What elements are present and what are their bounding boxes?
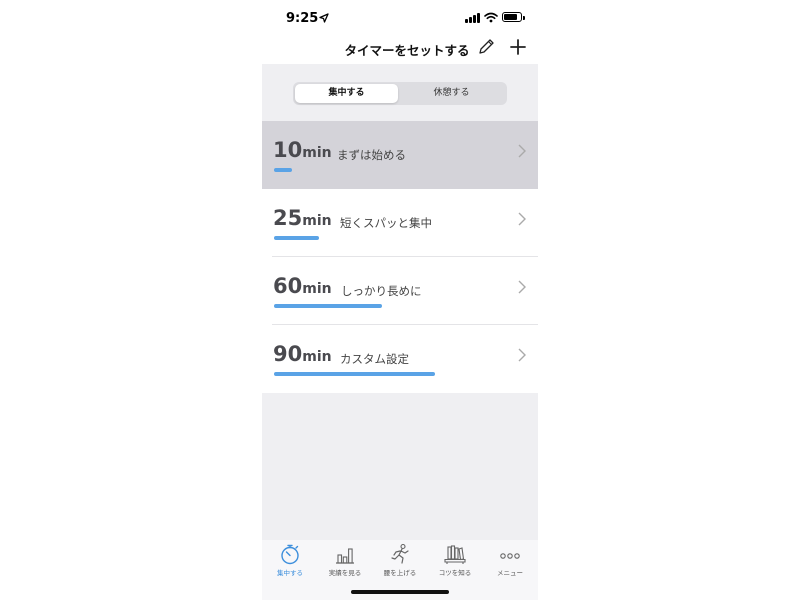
tab-label: コツを知る — [438, 569, 472, 577]
status-bar: 9:25 — [262, 0, 538, 36]
location-arrow-icon — [319, 13, 329, 23]
tab-menu[interactable]: メニュー — [482, 540, 538, 586]
tab-label: 腰を上げる — [383, 569, 417, 577]
timer-progress-bar — [274, 372, 435, 376]
mode-segmented-control: 集中する 休憩する — [293, 82, 507, 105]
segment-focus[interactable]: 集中する — [295, 84, 398, 103]
timer-row-25[interactable]: 25min 短くスパッと集中 — [262, 189, 538, 257]
timer-progress-bar — [274, 236, 319, 240]
tab-label: 集中する — [277, 569, 303, 577]
page-title: タイマーをセットする — [344, 43, 470, 58]
tab-focus[interactable]: 集中する — [262, 540, 318, 586]
segment-break[interactable]: 休憩する — [400, 84, 503, 103]
tab-label: 実績を見る — [328, 569, 362, 577]
chevron-right-icon — [518, 212, 526, 226]
battery-icon — [502, 12, 525, 22]
main-content: 集中する 休憩する 10min まずは始める 25min 短くスパッと集中 60… — [262, 64, 538, 540]
timer-row-90[interactable]: 90min カスタム設定 — [262, 325, 538, 393]
timer-list: 10min まずは始める 25min 短くスパッと集中 60min しっかり長め… — [262, 121, 538, 393]
phone-screen: 9:25 タイマーをセットする 集中する 休憩する 10min まずは始める 2… — [262, 0, 538, 600]
timer-label: しっかり長めに — [341, 284, 422, 298]
home-indicator[interactable] — [351, 590, 449, 594]
tab-records[interactable]: 実績を見る — [317, 540, 373, 586]
nav-bar: タイマーをセットする — [262, 36, 538, 64]
timer-row-60[interactable]: 60min しっかり長めに — [262, 257, 538, 325]
chevron-right-icon — [518, 280, 526, 294]
wifi-icon — [484, 12, 498, 23]
timer-duration: 10min — [273, 138, 332, 162]
status-time: 9:25 — [286, 11, 319, 26]
bookshelf-icon — [444, 545, 466, 564]
battery-level — [504, 14, 517, 20]
cellular-signal-icon — [465, 13, 481, 23]
tab-stand-up[interactable]: 腰を上げる — [372, 540, 428, 586]
timer-label: まずは始める — [337, 148, 406, 162]
timer-duration: 60min — [273, 274, 332, 298]
timer-duration: 25min — [273, 206, 332, 230]
more-dots-icon — [500, 553, 520, 559]
timer-label: カスタム設定 — [340, 352, 409, 366]
tab-tips[interactable]: コツを知る — [427, 540, 483, 586]
timer-progress-bar — [274, 304, 382, 308]
pencil-icon[interactable] — [476, 37, 496, 57]
stopwatch-icon — [281, 544, 299, 565]
chevron-right-icon — [518, 144, 526, 158]
timer-label: 短くスパッと集中 — [340, 216, 432, 230]
timer-duration: 90min — [273, 342, 332, 366]
bar-chart-icon — [336, 548, 354, 564]
tab-label: メニュー — [497, 569, 523, 577]
timer-row-10[interactable]: 10min まずは始める — [262, 121, 538, 189]
plus-icon[interactable] — [508, 37, 528, 57]
chevron-right-icon — [518, 348, 526, 362]
timer-progress-bar — [274, 168, 292, 172]
running-person-icon — [391, 543, 409, 564]
